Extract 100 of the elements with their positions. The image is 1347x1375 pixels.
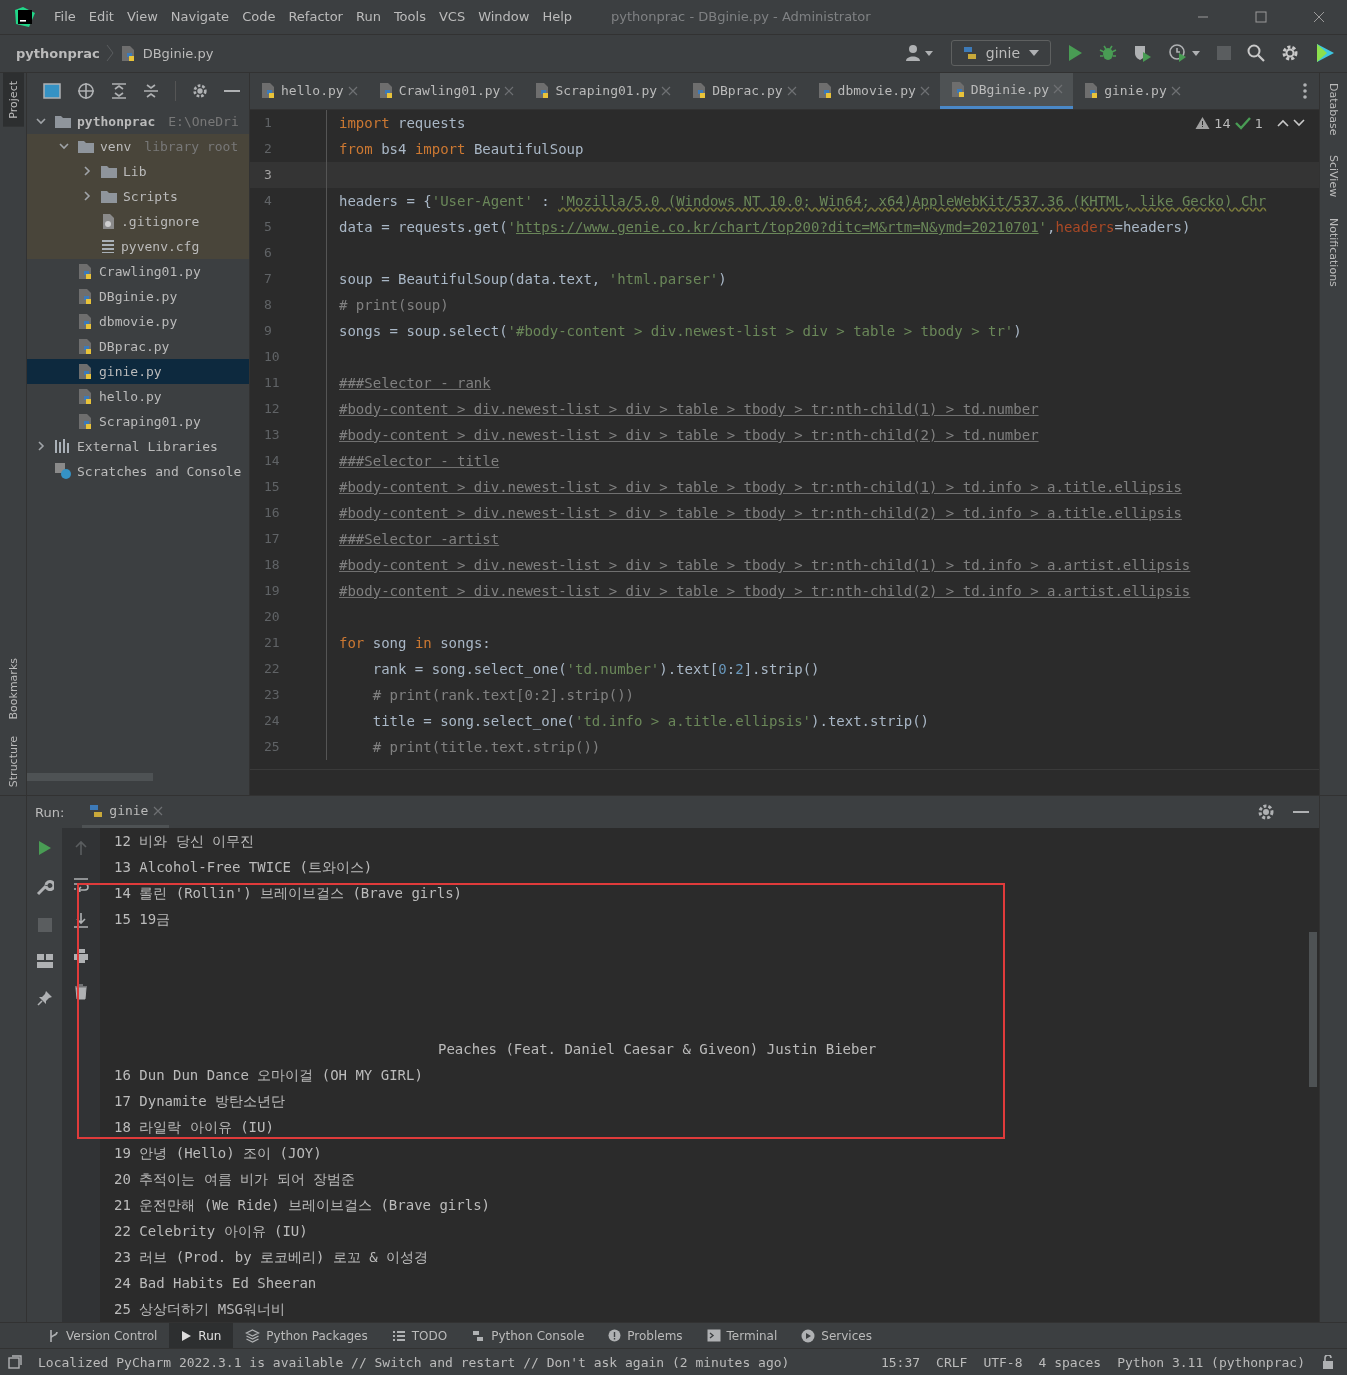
target-icon[interactable]: [77, 81, 95, 100]
chevron-up-icon[interactable]: [1277, 119, 1289, 128]
panel-toggle-icon[interactable]: [8, 1355, 22, 1369]
tree-item[interactable]: Lib: [27, 158, 249, 184]
tree-item[interactable]: Crawling01.py: [27, 258, 249, 284]
editor-tab[interactable]: hello.py: [250, 72, 368, 109]
scroll-to-end-icon[interactable]: [73, 912, 89, 929]
chevron-right-icon[interactable]: [81, 165, 93, 178]
tool-window-tab[interactable]: Run: [169, 1323, 234, 1349]
tree-item[interactable]: Scratches and Console: [27, 458, 249, 484]
tree-item[interactable]: ginie.py: [27, 358, 249, 384]
coverage-icon[interactable]: [1133, 44, 1153, 63]
checkmark-icon[interactable]: [1234, 116, 1251, 131]
menu-item[interactable]: Navigate: [170, 9, 230, 25]
tool-window-button[interactable]: SciView: [1323, 145, 1344, 208]
tool-window-button[interactable]: Project: [2, 72, 24, 127]
profiler-icon[interactable]: [1169, 44, 1201, 63]
editor-tab[interactable]: dbmovie.py: [806, 72, 940, 109]
tool-window-tab[interactable]: Terminal: [694, 1323, 790, 1349]
rerun-icon[interactable]: [37, 840, 52, 857]
menu-item[interactable]: VCS: [438, 9, 466, 25]
settings-icon[interactable]: [1281, 44, 1299, 63]
ok-count: 1: [1254, 115, 1263, 131]
status-item[interactable]: 15:37: [880, 1354, 921, 1370]
wrench-icon[interactable]: [35, 878, 54, 897]
line-number: 16: [263, 505, 281, 521]
output-line: 24 Bad Habits Ed Sheeran: [114, 1274, 318, 1294]
collapse-all-icon[interactable]: [143, 82, 159, 99]
tool-window-tab[interactable]: TODO: [379, 1323, 460, 1349]
lock-icon[interactable]: [1321, 1355, 1335, 1369]
status-item[interactable]: CRLF: [936, 1354, 968, 1370]
chevron-right-icon[interactable]: [81, 190, 93, 203]
trash-icon[interactable]: [74, 984, 88, 1001]
editor-tab[interactable]: DBginie.py: [939, 72, 1074, 109]
line-number: 10: [263, 349, 281, 365]
editor-tab[interactable]: DBprac.py: [681, 72, 807, 109]
chevron-down-icon[interactable]: [1293, 119, 1305, 128]
layout-icon[interactable]: [36, 954, 53, 969]
pin-icon[interactable]: [36, 990, 53, 1007]
search-icon[interactable]: [1247, 44, 1265, 63]
menu-item[interactable]: View: [126, 9, 158, 25]
editor-tab[interactable]: ginie.py: [1073, 72, 1191, 109]
menu-item[interactable]: File: [54, 9, 76, 25]
chevron-right-icon[interactable]: [35, 440, 47, 453]
run-config-dropdown[interactable]: ginie: [950, 40, 1051, 67]
tree-item[interactable]: venv library root: [27, 133, 249, 159]
tree-item[interactable]: .gitignore: [27, 208, 249, 234]
status-message[interactable]: Localized PyCharm 2022.3.1 is available // Switch and restart // Don't ask again (2 minutes ago): [38, 1354, 790, 1370]
tree-item[interactable]: dbmovie.py: [27, 308, 249, 334]
user-icon[interactable]: [904, 44, 935, 63]
editor-tab[interactable]: Scraping01.py: [524, 72, 682, 109]
menu-item[interactable]: Code: [242, 9, 276, 25]
tool-window-tab[interactable]: Python Packages: [233, 1323, 380, 1349]
settings-icon[interactable]: [1257, 803, 1275, 822]
tool-window-button[interactable]: Bookmarks: [2, 650, 24, 728]
window-title: pythonprac - DBginie.py - Administrator: [611, 9, 871, 25]
menu-item[interactable]: Edit: [88, 9, 114, 25]
menu-item[interactable]: Refactor: [288, 9, 343, 25]
tree-item[interactable]: Scraping01.py: [27, 408, 249, 434]
run-icon[interactable]: [1067, 44, 1083, 63]
scrollbar[interactable]: [1309, 932, 1317, 1088]
editor-tab[interactable]: Crawling01.py: [367, 72, 525, 109]
tool-window-button[interactable]: Notifications: [1323, 207, 1344, 297]
status-item[interactable]: UTF-8: [983, 1354, 1023, 1370]
menu-item[interactable]: Tools: [393, 9, 426, 25]
close-icon[interactable]: [1313, 10, 1325, 23]
tree-item[interactable]: DBprac.py: [27, 333, 249, 359]
soft-wrap-icon[interactable]: [73, 876, 89, 893]
status-item[interactable]: Python 3.11 (pythonprac): [1117, 1354, 1305, 1370]
tool-window-button[interactable]: Structure: [2, 727, 24, 796]
tree-item[interactable]: pyvenv.cfg: [27, 233, 249, 259]
folder-icon: [77, 138, 95, 154]
menu-item[interactable]: Run: [355, 9, 381, 25]
tool-window-tab[interactable]: Version Control: [36, 1323, 170, 1349]
tree-item[interactable]: pythonprac E:\OneDri: [27, 108, 249, 134]
menu-item[interactable]: Window: [478, 9, 530, 25]
breadcrumb-item[interactable]: DBginie.py: [142, 45, 214, 61]
maximize-icon[interactable]: [1255, 10, 1267, 23]
tool-window-button[interactable]: Database: [1323, 72, 1344, 146]
window-icon[interactable]: [43, 82, 61, 99]
tool-window-tab[interactable]: Python Console: [459, 1323, 597, 1349]
line-number: 25: [263, 739, 281, 755]
tree-item[interactable]: hello.py: [27, 383, 249, 409]
settings-icon[interactable]: [192, 82, 208, 99]
printer-icon[interactable]: [73, 948, 89, 965]
menu-item[interactable]: Help: [542, 9, 573, 25]
tool-window-tab[interactable]: Problems: [596, 1323, 695, 1349]
toolbox-logo-icon[interactable]: [1315, 43, 1335, 64]
warning-icon[interactable]: [1195, 116, 1211, 131]
tool-window-tab[interactable]: Services: [789, 1323, 884, 1349]
scrollbar[interactable]: [27, 773, 153, 782]
status-item[interactable]: 4 spaces: [1038, 1354, 1102, 1370]
tree-item[interactable]: External Libraries: [27, 433, 249, 459]
tree-item[interactable]: Scripts: [27, 183, 249, 209]
code-line: data = requests.get('https://www.genie.co.kr/chart/top200?ditc=M&rtm=N&ymd=20210701',headers=headers): [339, 218, 1191, 235]
breadcrumb-item[interactable]: pythonprac: [16, 45, 100, 61]
bug-icon[interactable]: [1099, 44, 1117, 63]
tree-item[interactable]: DBginie.py: [27, 283, 249, 309]
more-icon[interactable]: [1303, 82, 1307, 99]
expand-all-icon[interactable]: [111, 82, 127, 99]
